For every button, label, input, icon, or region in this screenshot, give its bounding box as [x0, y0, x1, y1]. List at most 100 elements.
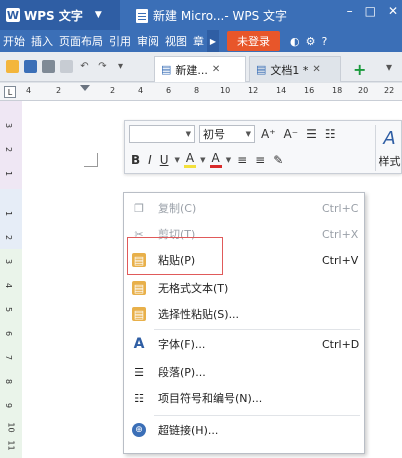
italic-button[interactable]: I: [146, 153, 154, 167]
menu-item-review[interactable]: 审阅: [134, 33, 162, 49]
vruler-tick: 6: [4, 330, 14, 337]
settings-icon[interactable]: ⚙: [306, 35, 316, 48]
bullets-list-button[interactable]: ☰: [304, 127, 319, 141]
menu-item-label: 字体(F)...: [158, 338, 206, 351]
line-spacing-button[interactable]: ≡: [253, 153, 267, 167]
vruler-tick: 5: [4, 306, 14, 313]
copy-icon: ❐: [134, 201, 144, 215]
chevron-down-icon: ▼: [94, 10, 102, 20]
mini-toolbar: ▼ 初号 ▼ A⁺ A⁻ ☰ ☷ B I U ▼ A ▼ A ▼ ≡ ≡ ✎ A…: [124, 120, 402, 174]
print-icon[interactable]: [42, 60, 55, 73]
menu-item-copy[interactable]: ❐ 复制(C) Ctrl+C: [124, 197, 364, 219]
indent-marker[interactable]: [80, 85, 90, 91]
vruler-tick: 10: [6, 422, 16, 433]
menu-item-label: 段落(P)...: [158, 366, 206, 379]
vruler-tick: 2: [4, 146, 14, 153]
ruler-tick: 4: [138, 86, 144, 95]
app-menu-button[interactable]: W WPS 文字 ▼: [0, 0, 120, 30]
login-button[interactable]: 未登录: [227, 31, 280, 51]
menu-item-view[interactable]: 视图: [162, 33, 190, 49]
menu-item-shortcut: Ctrl+D: [322, 337, 360, 351]
menu-item-chapter[interactable]: 章: [190, 33, 207, 49]
menu-item-hyperlink[interactable]: ⊕ 超链接(H)...: [124, 419, 364, 441]
ruler-tick: 22: [384, 86, 395, 95]
mini-toolbar-row-2: B I U ▼ A ▼ A ▼ ≡ ≡ ✎: [129, 151, 285, 168]
tab-document1[interactable]: ▤ 文档1 * ✕: [249, 56, 341, 82]
menu-item-home[interactable]: 开始: [0, 33, 28, 49]
menu-item-bullets[interactable]: ☷ 项目符号和编号(N)...: [124, 387, 364, 409]
align-center-button[interactable]: ≡: [235, 153, 249, 167]
font-color-button[interactable]: A: [209, 151, 222, 168]
menu-item-shortcut: Ctrl+V: [322, 253, 359, 267]
open-folder-icon[interactable]: [6, 60, 19, 73]
font-size-value: 初号: [203, 128, 225, 141]
document-title-text: 新建 Micro...- WPS 文字: [153, 9, 288, 23]
tab-new-document[interactable]: ▤ 新建... ✕: [154, 56, 246, 82]
font-size-select[interactable]: 初号 ▼: [199, 125, 255, 143]
menu-item-references[interactable]: 引用: [106, 33, 134, 49]
customize-caret-icon[interactable]: ▾: [114, 60, 127, 73]
menu-item-paste-special[interactable]: ▤ 选择性粘贴(S)...: [124, 303, 364, 325]
menu-item-shortcut: Ctrl+X: [322, 227, 359, 241]
redo-icon[interactable]: ↷: [96, 60, 109, 73]
menu-item-insert[interactable]: 插入: [28, 33, 56, 49]
vruler-tick: 7: [4, 354, 14, 361]
menu-scroll-button[interactable]: ▶: [207, 30, 219, 52]
tabs-more-icon[interactable]: ▾: [386, 60, 392, 74]
close-icon[interactable]: ✕: [212, 64, 220, 75]
menu-item-label: 项目符号和编号(N)...: [158, 392, 263, 405]
help-icon[interactable]: ?: [321, 35, 327, 48]
underline-button[interactable]: U: [158, 153, 171, 167]
grow-font-button[interactable]: A⁺: [259, 127, 278, 141]
ruler-tick: 2: [56, 86, 62, 95]
ruler-tick: 4: [26, 86, 32, 95]
margin-corner-mark: [84, 153, 98, 167]
chevron-down-icon[interactable]: ▼: [200, 156, 205, 164]
ruler-tick: 18: [332, 86, 343, 95]
menu-item-paste-text[interactable]: ▤ 无格式文本(T): [124, 277, 364, 299]
ruler-tick: 12: [248, 86, 259, 95]
menu-separator: [154, 415, 360, 416]
undo-icon[interactable]: ↶: [78, 60, 91, 73]
paste-highlight-box: [127, 237, 223, 275]
tab-label: 文档1 *: [270, 63, 309, 77]
font-name-select[interactable]: ▼: [129, 125, 195, 143]
numbering-list-button[interactable]: ☷: [323, 127, 338, 141]
vruler-tick: 11: [6, 440, 16, 451]
document-tab-icon: ▤: [161, 63, 172, 76]
menu-bar: 开始 插入 页面布局 引用 审阅 视图 章 ▶ 未登录 ◐ ⚙ ?: [0, 30, 402, 52]
menu-item-label: 超链接(H)...: [158, 424, 219, 437]
ruler-tick: 16: [304, 86, 315, 95]
tab-label: 新建...: [175, 63, 208, 77]
format-painter-button[interactable]: ✎: [271, 153, 285, 167]
vertical-ruler: 3 2 1 1 2 3 4 5 6 7 8 9 10 11: [0, 101, 22, 458]
chevron-down-icon[interactable]: ▼: [175, 156, 180, 164]
styles-button[interactable]: A 样式: [375, 125, 402, 171]
skin-icon[interactable]: ◐: [290, 35, 300, 48]
paste-text-icon: ▤: [132, 281, 146, 295]
ruler-tick: 20: [358, 86, 369, 95]
menu-item-paragraph[interactable]: ☰ 段落(P)...: [124, 361, 364, 383]
context-menu: ❐ 复制(C) Ctrl+C ✂ 剪切(T) Ctrl+X ▤ 粘贴(P) Ct…: [123, 192, 365, 454]
paste-special-icon: ▤: [132, 307, 146, 321]
save-icon[interactable]: [24, 60, 37, 73]
menu-icons: ◐ ⚙ ?: [290, 35, 327, 48]
chevron-down-icon: ▼: [185, 130, 191, 138]
vruler-tick: 4: [4, 282, 14, 289]
maximize-button[interactable]: □: [365, 4, 376, 18]
vruler-tick: 2: [4, 234, 14, 241]
minimize-button[interactable]: –: [347, 4, 353, 18]
print-preview-icon[interactable]: [60, 60, 73, 73]
new-tab-plus-icon[interactable]: +: [353, 60, 366, 79]
tab-stop-selector[interactable]: L: [4, 86, 16, 98]
menu-item-label: 选择性粘贴(S)...: [158, 308, 240, 321]
bold-button[interactable]: B: [129, 153, 142, 167]
menu-item-font[interactable]: A 字体(F)... Ctrl+D: [124, 333, 364, 355]
ruler-tick: 14: [276, 86, 287, 95]
close-icon[interactable]: ✕: [312, 64, 320, 75]
close-button[interactable]: ✕: [388, 4, 398, 18]
highlight-button[interactable]: A: [183, 151, 197, 168]
menu-item-page-layout[interactable]: 页面布局: [56, 33, 106, 49]
shrink-font-button[interactable]: A⁻: [282, 127, 301, 141]
chevron-down-icon[interactable]: ▼: [226, 156, 231, 164]
